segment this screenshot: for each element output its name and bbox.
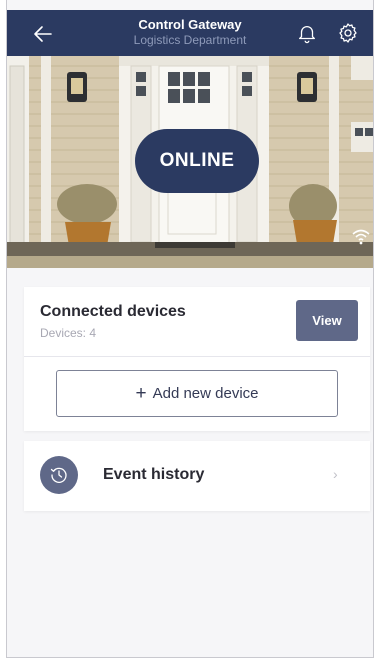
gear-icon[interactable] bbox=[336, 21, 360, 45]
add-new-device-label: Add new device bbox=[152, 385, 259, 402]
view-devices-button[interactable]: View bbox=[296, 300, 358, 341]
wifi-icon bbox=[352, 229, 370, 245]
chevron-right-icon: › bbox=[333, 466, 338, 482]
header-titles: Control Gateway Logistics Department bbox=[97, 17, 283, 48]
top-header: Control Gateway Logistics Department bbox=[7, 10, 373, 56]
event-history-label: Event history bbox=[103, 466, 205, 483]
plus-icon: + bbox=[135, 383, 147, 404]
connected-devices-title: Connected devices bbox=[40, 303, 186, 320]
history-clock-icon bbox=[40, 456, 78, 494]
house-photo: ONLINE bbox=[7, 56, 373, 268]
arrow-left-icon[interactable] bbox=[31, 22, 55, 46]
device-count: Devices: 4 bbox=[40, 326, 97, 340]
header-title: Control Gateway bbox=[138, 17, 242, 32]
connected-devices-card: Connected devices Devices: 4 View + Add … bbox=[24, 287, 370, 431]
app-frame: Control Gateway Logistics Department ONL… bbox=[6, 0, 374, 658]
add-new-device-button[interactable]: + Add new device bbox=[56, 370, 338, 417]
divider bbox=[24, 356, 370, 357]
event-history-item[interactable]: Event history › bbox=[24, 441, 370, 511]
header-subtitle: Logistics Department bbox=[133, 33, 247, 47]
bell-icon[interactable] bbox=[296, 22, 318, 44]
status-badge: ONLINE bbox=[135, 129, 259, 193]
